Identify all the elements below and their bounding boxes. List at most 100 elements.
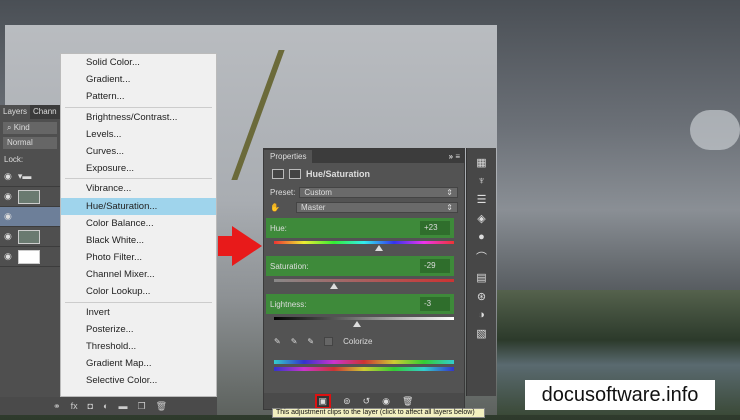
visibility-icon[interactable]: ◉ bbox=[382, 396, 390, 407]
menu-item[interactable]: Gradient... bbox=[61, 71, 216, 88]
paths-icon[interactable]: ⌒ bbox=[476, 249, 487, 265]
lock-label: Lock: bbox=[4, 155, 24, 164]
layer-group[interactable]: ◉ ▾▬ bbox=[0, 167, 60, 187]
input-color-bar bbox=[274, 360, 454, 364]
adjustment-icon[interactable] bbox=[272, 169, 284, 179]
info-icon[interactable]: ▧ bbox=[476, 327, 486, 340]
red-arrow-icon bbox=[232, 226, 262, 266]
mask-icon[interactable]: ◘ bbox=[88, 401, 93, 411]
menu-item[interactable]: Invert bbox=[61, 304, 216, 321]
hue-slider-track[interactable] bbox=[274, 241, 454, 244]
chevron-updown-icon: ⇕ bbox=[446, 203, 453, 212]
panel-menu-icon[interactable]: » ≡ bbox=[449, 152, 464, 161]
layer-thumbnail bbox=[17, 229, 40, 244]
menu-item[interactable]: Posterize... bbox=[61, 321, 216, 338]
layer-row[interactable]: ◉ bbox=[0, 227, 60, 247]
saturation-label: Saturation: bbox=[270, 261, 309, 271]
trash-icon[interactable]: 🗑 bbox=[156, 401, 167, 412]
lightness-slider-track[interactable] bbox=[274, 317, 454, 320]
saturation-input[interactable]: -29 bbox=[420, 259, 450, 273]
tool-dock: ▦ ♆ ☰ ◈ ● ⌒ ▤ ⊛ ◑ ▧ bbox=[466, 148, 496, 396]
adjustment-title: Hue/Saturation bbox=[306, 169, 371, 179]
preset-value: Custom bbox=[304, 188, 332, 197]
kind-filter[interactable]: ⌕ Kind bbox=[3, 122, 57, 134]
menu-item[interactable]: Threshold... bbox=[61, 338, 216, 355]
layer-row-selected[interactable]: ◉ bbox=[0, 207, 60, 227]
hue-slider-thumb[interactable] bbox=[375, 245, 383, 251]
menu-item[interactable]: Gradient Map... bbox=[61, 355, 216, 372]
properties-panel: Properties» ≡ Hue/Saturation Preset: Cust… bbox=[263, 148, 465, 410]
saturation-slider-thumb[interactable] bbox=[330, 283, 338, 289]
colorize-checkbox[interactable] bbox=[324, 337, 334, 346]
fx-icon[interactable]: fx bbox=[71, 401, 78, 411]
folder-icon: ▾▬ bbox=[17, 171, 32, 181]
eye-icon[interactable]: ◉ bbox=[4, 231, 12, 242]
styles-icon[interactable]: ◑ bbox=[478, 309, 485, 321]
tab-channels[interactable]: Chann bbox=[30, 105, 60, 119]
menu-item[interactable]: Hue/Saturation... bbox=[61, 197, 216, 215]
eyedropper-icon[interactable]: ✎ bbox=[274, 337, 281, 346]
preset-select[interactable]: Custom ⇕ bbox=[299, 187, 458, 198]
reset-icon[interactable]: ↺ bbox=[363, 396, 371, 407]
menu-item[interactable]: Selective Color... bbox=[61, 372, 216, 389]
chevron-updown-icon: ⇕ bbox=[446, 188, 453, 197]
tab-layers[interactable]: Layers bbox=[0, 105, 31, 119]
tab-properties[interactable]: Properties bbox=[264, 149, 313, 163]
menu-item[interactable]: Color Balance... bbox=[61, 215, 216, 232]
eye-icon[interactable]: ◉ bbox=[4, 211, 12, 222]
menu-item[interactable]: Exposure... bbox=[61, 160, 216, 177]
menu-item[interactable]: Levels... bbox=[61, 126, 216, 143]
eye-icon[interactable]: ◉ bbox=[4, 171, 12, 182]
channel-select[interactable]: Master ⇕ bbox=[296, 202, 458, 213]
menu-item[interactable]: Channel Mixer... bbox=[61, 266, 216, 283]
view-previous-icon[interactable]: ⊚ bbox=[343, 396, 351, 407]
hue-row: Hue: +23 bbox=[266, 218, 454, 238]
menu-item[interactable]: Curves... bbox=[61, 143, 216, 160]
channels-icon[interactable]: ● bbox=[478, 231, 485, 243]
menu-separator bbox=[65, 178, 212, 180]
adjustment-icon[interactable]: ◐ bbox=[103, 401, 108, 411]
menu-item[interactable]: Brightness/Contrast... bbox=[61, 109, 216, 126]
lightness-input[interactable]: -3 bbox=[420, 297, 450, 311]
lightness-slider-thumb[interactable] bbox=[353, 321, 361, 327]
layer-row[interactable]: ◉ bbox=[0, 247, 60, 267]
link-icon[interactable]: ⚭ bbox=[53, 401, 61, 412]
mask-icon[interactable] bbox=[289, 169, 301, 179]
saturation-slider-track[interactable] bbox=[274, 279, 454, 282]
menu-item[interactable]: Photo Filter... bbox=[61, 249, 216, 266]
menu-item[interactable]: Pattern... bbox=[61, 88, 216, 105]
layers-dock-icon[interactable]: ◈ bbox=[477, 212, 485, 225]
sky-highlight bbox=[690, 110, 740, 150]
output-color-bar bbox=[274, 367, 454, 371]
lightness-row: Lightness: -3 bbox=[266, 294, 454, 314]
layer-thumbnail bbox=[17, 189, 40, 204]
menu-item[interactable]: Solid Color... bbox=[61, 54, 216, 71]
layer-thumbnail bbox=[17, 249, 40, 264]
hue-input[interactable]: +23 bbox=[420, 221, 450, 235]
menu-item[interactable]: Color Lookup... bbox=[61, 283, 216, 300]
colorize-label: Colorize bbox=[343, 337, 373, 346]
new-layer-icon[interactable]: ❐ bbox=[137, 401, 145, 412]
menu-separator bbox=[65, 106, 212, 108]
properties-footer: ▣ ⊚ ↺ ◉ 🗑 bbox=[264, 393, 464, 409]
actions-icon[interactable]: ⊛ bbox=[477, 290, 486, 303]
trash-icon[interactable]: 🗑 bbox=[402, 396, 413, 407]
menu-separator bbox=[65, 301, 212, 303]
brush-icon[interactable]: ♆ bbox=[477, 175, 485, 187]
blend-mode-select[interactable]: Normal bbox=[3, 137, 57, 149]
layer-row[interactable]: ◉ bbox=[0, 187, 60, 207]
sliders-icon[interactable]: ☰ bbox=[477, 193, 487, 206]
eyedropper-plus-icon[interactable]: ✎ bbox=[291, 337, 298, 346]
watermark: docusoftware.info bbox=[525, 380, 715, 410]
properties-dock-icon[interactable]: ▦ bbox=[476, 156, 486, 169]
menu-item[interactable]: Vibrance... bbox=[61, 180, 216, 197]
history-icon[interactable]: ▤ bbox=[476, 271, 486, 284]
eye-icon[interactable]: ◉ bbox=[4, 191, 12, 202]
folder-icon[interactable]: ▬ bbox=[118, 401, 127, 411]
layers-bottom-bar: ⚭ fx ◘ ◐ ▬ ❐ 🗑 bbox=[0, 397, 217, 415]
eye-icon[interactable]: ◉ bbox=[4, 251, 12, 262]
eyedropper-minus-icon[interactable]: ✎ bbox=[307, 337, 314, 346]
clip-to-layer-icon[interactable]: ▣ bbox=[314, 393, 332, 409]
hand-tool-icon[interactable]: ✋ bbox=[270, 203, 292, 212]
menu-item[interactable]: Black White... bbox=[61, 232, 216, 249]
